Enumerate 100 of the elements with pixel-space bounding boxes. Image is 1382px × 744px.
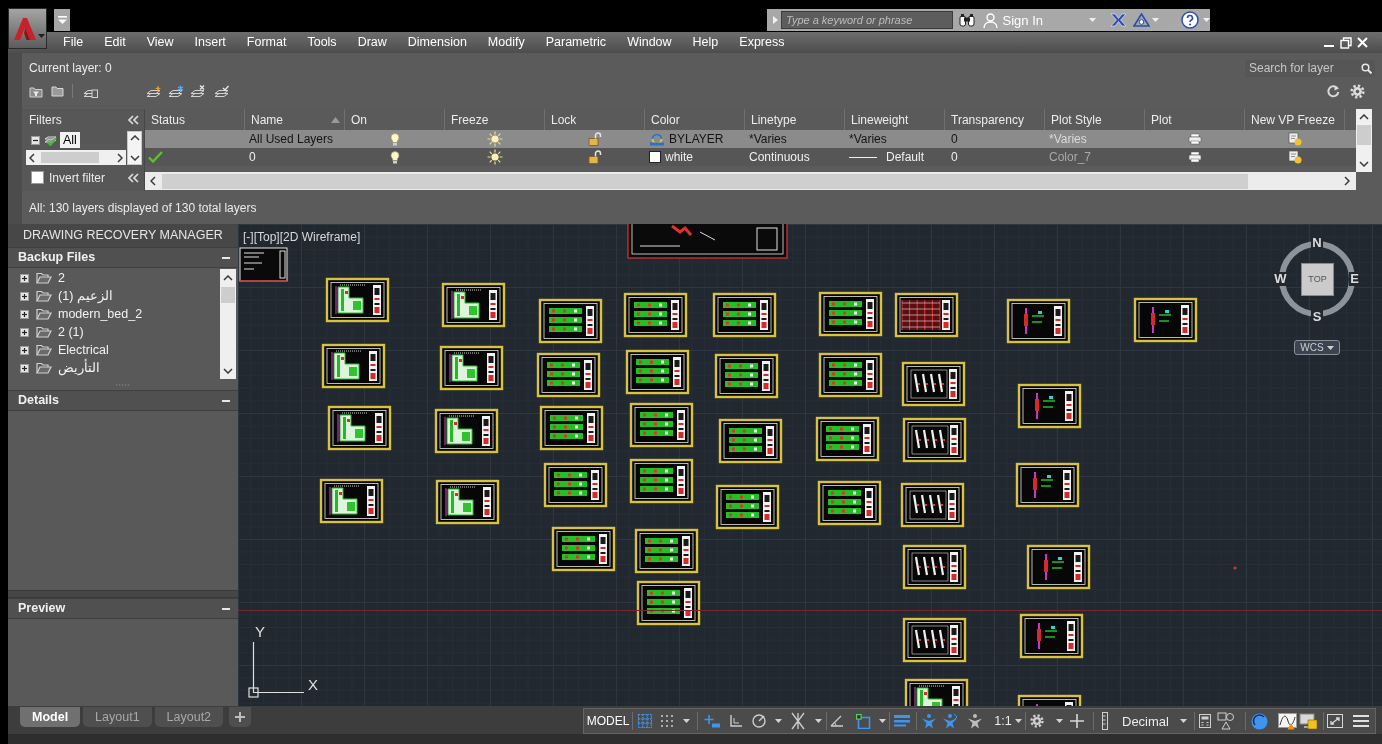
help-icon[interactable] bbox=[1181, 11, 1199, 29]
caret-icon[interactable] bbox=[683, 719, 690, 723]
plus-icon[interactable] bbox=[1070, 714, 1084, 728]
caret-icon[interactable] bbox=[1326, 345, 1334, 350]
menu-item[interactable]: Window bbox=[627, 36, 672, 49]
color-swatch-icon[interactable] bbox=[649, 151, 661, 163]
menu-item[interactable]: Insert bbox=[194, 36, 226, 49]
lines-icon[interactable] bbox=[893, 714, 911, 728]
chevron-left-icon[interactable] bbox=[150, 176, 156, 186]
caret-icon[interactable] bbox=[1180, 719, 1187, 723]
ruler-icon[interactable] bbox=[1102, 712, 1108, 730]
folder-filter-icon[interactable] bbox=[29, 84, 43, 98]
menu-item[interactable]: Format bbox=[246, 36, 287, 49]
fullscreen-icon[interactable] bbox=[1327, 714, 1343, 728]
menu-item[interactable]: Draw bbox=[357, 36, 387, 49]
cross-bar-icon[interactable] bbox=[704, 714, 720, 728]
chevron-left-icon[interactable] bbox=[29, 152, 35, 163]
grid-icon[interactable] bbox=[637, 713, 653, 729]
annotation-scale-button[interactable]: 1:1 bbox=[994, 714, 1012, 728]
plus-box-icon[interactable] bbox=[20, 345, 29, 355]
binoculars-icon[interactable] bbox=[958, 13, 975, 27]
compass-label[interactable]: S bbox=[1311, 310, 1323, 324]
plus-box-icon[interactable] bbox=[20, 273, 29, 283]
chevron-down-icon[interactable] bbox=[1359, 161, 1369, 167]
figure-icon[interactable] bbox=[967, 713, 983, 729]
horizontal-scrollbar[interactable] bbox=[145, 172, 1356, 190]
checkbox[interactable] bbox=[31, 171, 44, 184]
search-field[interactable]: Type a keyword or phrase bbox=[781, 11, 953, 29]
caret-icon[interactable] bbox=[1056, 719, 1063, 723]
settings-icon[interactable] bbox=[1350, 83, 1365, 99]
compass-label[interactable]: W bbox=[1274, 272, 1287, 286]
menu-item[interactable]: File bbox=[63, 36, 84, 49]
chevron-up-icon[interactable] bbox=[223, 275, 233, 281]
layer-stack-x-icon[interactable] bbox=[190, 84, 205, 98]
tree-item[interactable]: الزعيم (1) bbox=[58, 286, 113, 306]
table-row[interactable]: 0 white Continuous Default 0 Color_7 bbox=[145, 148, 1356, 166]
vertical-scrollbar[interactable] bbox=[127, 131, 142, 165]
caret-icon[interactable] bbox=[775, 719, 782, 723]
printer-icon[interactable] bbox=[1188, 150, 1202, 164]
layout-tab[interactable]: Model bbox=[20, 707, 81, 727]
restore-icon[interactable] bbox=[1340, 36, 1352, 49]
tree-item[interactable]: All bbox=[60, 132, 80, 148]
tree-item[interactable]: التأريض bbox=[58, 358, 100, 378]
chevron-right-icon[interactable] bbox=[1344, 176, 1350, 186]
layout-tab[interactable]: Layout2 bbox=[154, 707, 224, 727]
sheet-sun-icon[interactable] bbox=[1288, 150, 1302, 164]
table-row[interactable]: All Used Layers BYLAYER *Varies *Varies 0 *Varies bbox=[145, 130, 1356, 148]
close-icon[interactable] bbox=[1357, 37, 1368, 48]
plus-box-icon[interactable] bbox=[20, 309, 29, 319]
vertical-scrollbar[interactable] bbox=[1356, 109, 1372, 172]
settings-icon[interactable] bbox=[1030, 714, 1044, 728]
menu-item[interactable]: Help bbox=[692, 36, 719, 49]
chevron-up-icon[interactable] bbox=[1359, 114, 1369, 120]
tree-item[interactable]: Electrical bbox=[58, 340, 109, 360]
folder-icon[interactable] bbox=[51, 85, 64, 97]
menu-item[interactable]: Dimension bbox=[407, 36, 467, 49]
menu-item[interactable]: Modify bbox=[487, 36, 525, 49]
figure-icon[interactable] bbox=[921, 713, 937, 729]
layer-stack-star-icon[interactable] bbox=[146, 84, 161, 98]
model-space-button[interactable]: MODEL bbox=[586, 715, 630, 727]
crossed-lines-icon[interactable] bbox=[789, 712, 807, 730]
open-lock-icon[interactable] bbox=[588, 132, 602, 146]
monitor-icon[interactable] bbox=[1299, 712, 1318, 730]
scrollbar-thumb[interactable] bbox=[162, 173, 1248, 189]
menu-item[interactable]: Edit bbox=[104, 36, 126, 49]
search-field[interactable]: Search for layer bbox=[1245, 59, 1375, 77]
application-menu-button[interactable] bbox=[8, 8, 47, 49]
printer-icon[interactable] bbox=[1188, 132, 1202, 146]
tree-item[interactable]: modern_bed_2 bbox=[58, 304, 143, 324]
right-angle-icon[interactable] bbox=[729, 714, 743, 728]
angle-icon[interactable] bbox=[830, 715, 844, 727]
chevron-down-icon[interactable] bbox=[223, 368, 233, 374]
layout-tab[interactable]: Layout1 bbox=[83, 707, 152, 727]
chart-warning-icon[interactable] bbox=[1278, 712, 1297, 730]
dot-grid-icon[interactable] bbox=[660, 714, 674, 728]
refresh-icon[interactable] bbox=[1326, 84, 1340, 98]
open-lock-icon[interactable] bbox=[588, 150, 602, 164]
sun-icon[interactable] bbox=[487, 149, 503, 165]
tree-item[interactable]: 2 (1) bbox=[58, 322, 84, 342]
plus-box-icon[interactable] bbox=[20, 291, 29, 301]
plus-box-icon[interactable] bbox=[20, 363, 29, 373]
menu-item[interactable]: Tools bbox=[307, 36, 337, 49]
panel-header[interactable]: Details bbox=[8, 390, 238, 411]
new-layout-tab[interactable] bbox=[229, 707, 252, 727]
lightbulb-icon[interactable] bbox=[390, 150, 400, 164]
menu-item[interactable]: Parametric bbox=[545, 36, 607, 49]
compass-label[interactable]: E bbox=[1349, 272, 1360, 286]
x-shape-icon[interactable] bbox=[1110, 13, 1127, 27]
square-snap-icon[interactable] bbox=[856, 713, 871, 729]
calculator-icon[interactable] bbox=[1199, 714, 1211, 728]
vertical-scrollbar[interactable] bbox=[220, 269, 236, 379]
scrollbar-thumb[interactable] bbox=[41, 152, 99, 163]
scrollbar-thumb[interactable] bbox=[221, 287, 235, 303]
menu-item[interactable]: View bbox=[146, 36, 174, 49]
panel-header[interactable]: Preview bbox=[8, 598, 238, 619]
menu-icon[interactable] bbox=[1353, 714, 1369, 728]
plus-box-icon[interactable] bbox=[20, 327, 29, 337]
tree-item[interactable]: 2 bbox=[58, 268, 65, 288]
caret-icon[interactable] bbox=[1015, 719, 1022, 723]
lightbulb-icon[interactable] bbox=[390, 132, 400, 146]
